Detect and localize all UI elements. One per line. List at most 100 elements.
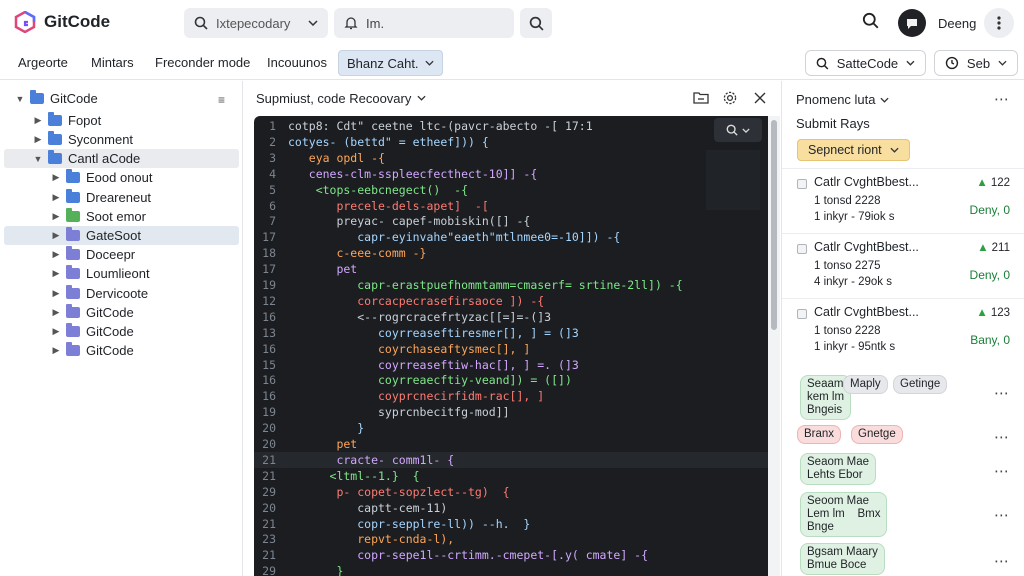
gear-icon[interactable] bbox=[722, 90, 738, 106]
label-tag[interactable]: Seoom Mae Lem lm Bmx Bnge bbox=[800, 492, 888, 537]
label-tag[interactable]: Bgsam Maary Bmue Boce bbox=[800, 543, 885, 575]
editor-tab[interactable]: Supmiust, code Recoovary bbox=[256, 91, 426, 106]
code-line[interactable]: 16 coyrchaseaftysmec[], ] bbox=[254, 341, 768, 357]
panel-more-icon[interactable]: ⋯ bbox=[994, 90, 1009, 108]
caret-right-icon[interactable]: ▶ bbox=[50, 345, 62, 356]
code-line[interactable]: 1 cotp8: Cdt" ceetne ltc-(pavcr-abecto -[… bbox=[254, 118, 768, 134]
global-search-icon[interactable] bbox=[862, 12, 879, 29]
code-line[interactable]: 20 pet bbox=[254, 436, 768, 452]
code-line[interactable]: 23 repvt-cnda-l), bbox=[254, 531, 768, 547]
label-tag[interactable]: Maply bbox=[843, 375, 888, 394]
tree-item[interactable]: ▶ GitCode bbox=[4, 322, 239, 341]
username[interactable]: Deeng bbox=[938, 16, 976, 31]
app-logo[interactable]: GitCode bbox=[14, 11, 110, 33]
code-line[interactable]: 18 c-eee-comm -} bbox=[254, 245, 768, 261]
review-card[interactable]: Catlr CvghtBbest... 1 tonso 2275 4 inkyr -… bbox=[782, 233, 1024, 297]
caret-right-icon[interactable]: ▶ bbox=[50, 230, 62, 241]
code-line[interactable]: 20 captt-cem-11) bbox=[254, 500, 768, 516]
branch-select[interactable]: Bhanz Caht. bbox=[338, 50, 443, 76]
code-line[interactable]: 17 pet bbox=[254, 261, 768, 277]
code-line[interactable]: 19 capr-erastpuefhommtamm=cmaserf= srtin… bbox=[254, 277, 768, 293]
code-line[interactable]: 5 <tops-eebcnegect() -{ bbox=[254, 182, 768, 198]
code-line[interactable]: 17 capr-eyinvahe"eaeth"mtlnmee0=-10]]) -… bbox=[254, 229, 768, 245]
more-options-icon[interactable]: ⋯ bbox=[994, 384, 1009, 402]
tree-item[interactable]: ▶ Syconment bbox=[4, 130, 239, 149]
code-line[interactable]: 12 corcacpecrasefirsaoce ]) -{ bbox=[254, 293, 768, 309]
card-checkbox[interactable] bbox=[797, 309, 807, 319]
caret-right-icon[interactable]: ▶ bbox=[50, 211, 62, 222]
code-line[interactable]: 13 coyrreaseftiresmer[], ] = (]3 bbox=[254, 325, 768, 341]
tree-item[interactable]: ▶ Loumlieont bbox=[4, 264, 239, 283]
set-select[interactable]: Seb bbox=[934, 50, 1018, 76]
command-input[interactable]: Im. bbox=[334, 8, 514, 38]
more-options-icon[interactable]: ⋯ bbox=[994, 552, 1009, 570]
caret-right-icon[interactable]: ▶ bbox=[50, 307, 62, 318]
code-line[interactable]: 16 coyprcnecirfidm-rac[], ] bbox=[254, 388, 768, 404]
tree-item[interactable]: ▶ Dreareneut bbox=[4, 188, 239, 207]
more-options-button[interactable] bbox=[984, 8, 1014, 38]
caret-right-icon[interactable]: ▶ bbox=[50, 172, 62, 183]
review-card[interactable]: Catlr CvghtBbest... 1 tonsd 2228 1 inkyr -… bbox=[782, 168, 1024, 232]
tree-item[interactable]: ▶ Dervicoote bbox=[4, 284, 239, 303]
menu-item[interactable]: Argeorte bbox=[18, 55, 68, 70]
label-tag[interactable]: Branx bbox=[797, 425, 842, 444]
caret-right-icon[interactable]: ▶ bbox=[50, 249, 62, 260]
code-editor[interactable]: 1 cotp8: Cdt" ceetne ltc-(pavcr-abecto -[… bbox=[254, 116, 768, 576]
code-line[interactable]: 7 preyac- capef-mobiskin([] -{ bbox=[254, 213, 768, 229]
code-line[interactable]: 29 } bbox=[254, 563, 768, 576]
menu-item[interactable]: Freconder mode bbox=[155, 55, 250, 70]
tree-item[interactable]: ▶ GitCode bbox=[4, 341, 239, 360]
caret-down-icon[interactable]: ▼ bbox=[32, 154, 44, 164]
code-line[interactable]: 16 coyrreaecftiy-veand]) = ([]) bbox=[254, 372, 768, 388]
panel-title[interactable]: Pnomenc luta bbox=[796, 92, 889, 107]
more-options-icon[interactable]: ⋯ bbox=[994, 462, 1009, 480]
tree-item[interactable]: ▶ Fopot bbox=[4, 111, 239, 130]
card-checkbox[interactable] bbox=[797, 244, 807, 254]
tree-item[interactable]: ▶ GitCode bbox=[4, 303, 239, 322]
caret-right-icon[interactable]: ▶ bbox=[50, 326, 62, 337]
code-line[interactable]: 15 coyrreaseftiw-hac[], ] =. (]3 bbox=[254, 357, 768, 373]
more-options-icon[interactable]: ⋯ bbox=[994, 506, 1009, 524]
tree-item[interactable]: ▶ Doceepr bbox=[4, 245, 239, 264]
caret-right-icon[interactable]: ▶ bbox=[32, 134, 44, 145]
repo-search-input[interactable]: Ixtepecodary bbox=[184, 8, 328, 38]
code-line[interactable]: 6 precele-dels-apet] -[ bbox=[254, 198, 768, 214]
code-line[interactable]: 2 cotyes- (bettd" = etheef])) { bbox=[254, 134, 768, 150]
code-line[interactable]: 4 cenes-clm-sspleecfecthect-10]] -{ bbox=[254, 166, 768, 182]
select-option-pill[interactable]: Sepnect riont bbox=[797, 139, 910, 161]
avatar[interactable] bbox=[898, 9, 926, 37]
caret-right-icon[interactable]: ▶ bbox=[32, 115, 44, 126]
code-line[interactable]: 21 cracte- comm1l- { bbox=[254, 451, 768, 468]
close-icon[interactable] bbox=[754, 92, 766, 104]
code-line[interactable]: 21 copr-sepplre-ll)) --h. } bbox=[254, 516, 768, 532]
code-line[interactable]: 16 <--rogrcracefrtyzac[[=]=-(]3 bbox=[254, 309, 768, 325]
code-line[interactable]: 19 syprcnbecitfg-mod]] bbox=[254, 404, 768, 420]
label-tag[interactable]: Seaom Mae Lehts Ebor bbox=[800, 453, 877, 485]
card-checkbox[interactable] bbox=[797, 179, 807, 189]
code-line[interactable]: 3 eya opdl -{ bbox=[254, 150, 768, 166]
find-button[interactable] bbox=[714, 118, 762, 142]
code-line[interactable]: 21 copr-sepe1l--crtimm.-cmepet-[.y( cmat… bbox=[254, 547, 768, 563]
code-line[interactable]: 29 p- copet-sopzlect--tg) { bbox=[254, 484, 768, 500]
review-card[interactable]: Catlr CvghtBbest... 1 tonso 2228 1 inkyr -… bbox=[782, 298, 1024, 362]
label-tag[interactable]: Gnetge bbox=[851, 425, 903, 444]
caret-right-icon[interactable]: ▶ bbox=[50, 268, 62, 279]
search-button[interactable] bbox=[520, 8, 552, 38]
tree-item[interactable]: ▼ Cantl aCode bbox=[4, 149, 239, 168]
editor-scrollbar-thumb[interactable] bbox=[771, 120, 777, 330]
label-tag[interactable]: Getinge bbox=[893, 375, 948, 394]
menu-item[interactable]: Mintars bbox=[91, 55, 134, 70]
more-options-icon[interactable]: ⋯ bbox=[994, 428, 1009, 446]
tree-item[interactable]: ▼ GitCode bbox=[4, 89, 239, 108]
caret-right-icon[interactable]: ▶ bbox=[50, 192, 62, 203]
code-line[interactable]: 21 <ltml--1.} { bbox=[254, 468, 768, 484]
tree-item[interactable]: ▶ Soot emor bbox=[4, 207, 239, 226]
folder-icon[interactable] bbox=[693, 90, 709, 105]
code-line[interactable]: 20 } bbox=[254, 420, 768, 436]
tree-item[interactable]: ▶ Eood onout bbox=[4, 168, 239, 187]
caret-right-icon[interactable]: ▶ bbox=[50, 288, 62, 299]
code-select[interactable]: SatteCode bbox=[805, 50, 926, 76]
caret-down-icon[interactable]: ▼ bbox=[14, 94, 26, 104]
tree-item[interactable]: ▶ GateSoot bbox=[4, 226, 239, 245]
code-minimap[interactable] bbox=[706, 150, 760, 210]
